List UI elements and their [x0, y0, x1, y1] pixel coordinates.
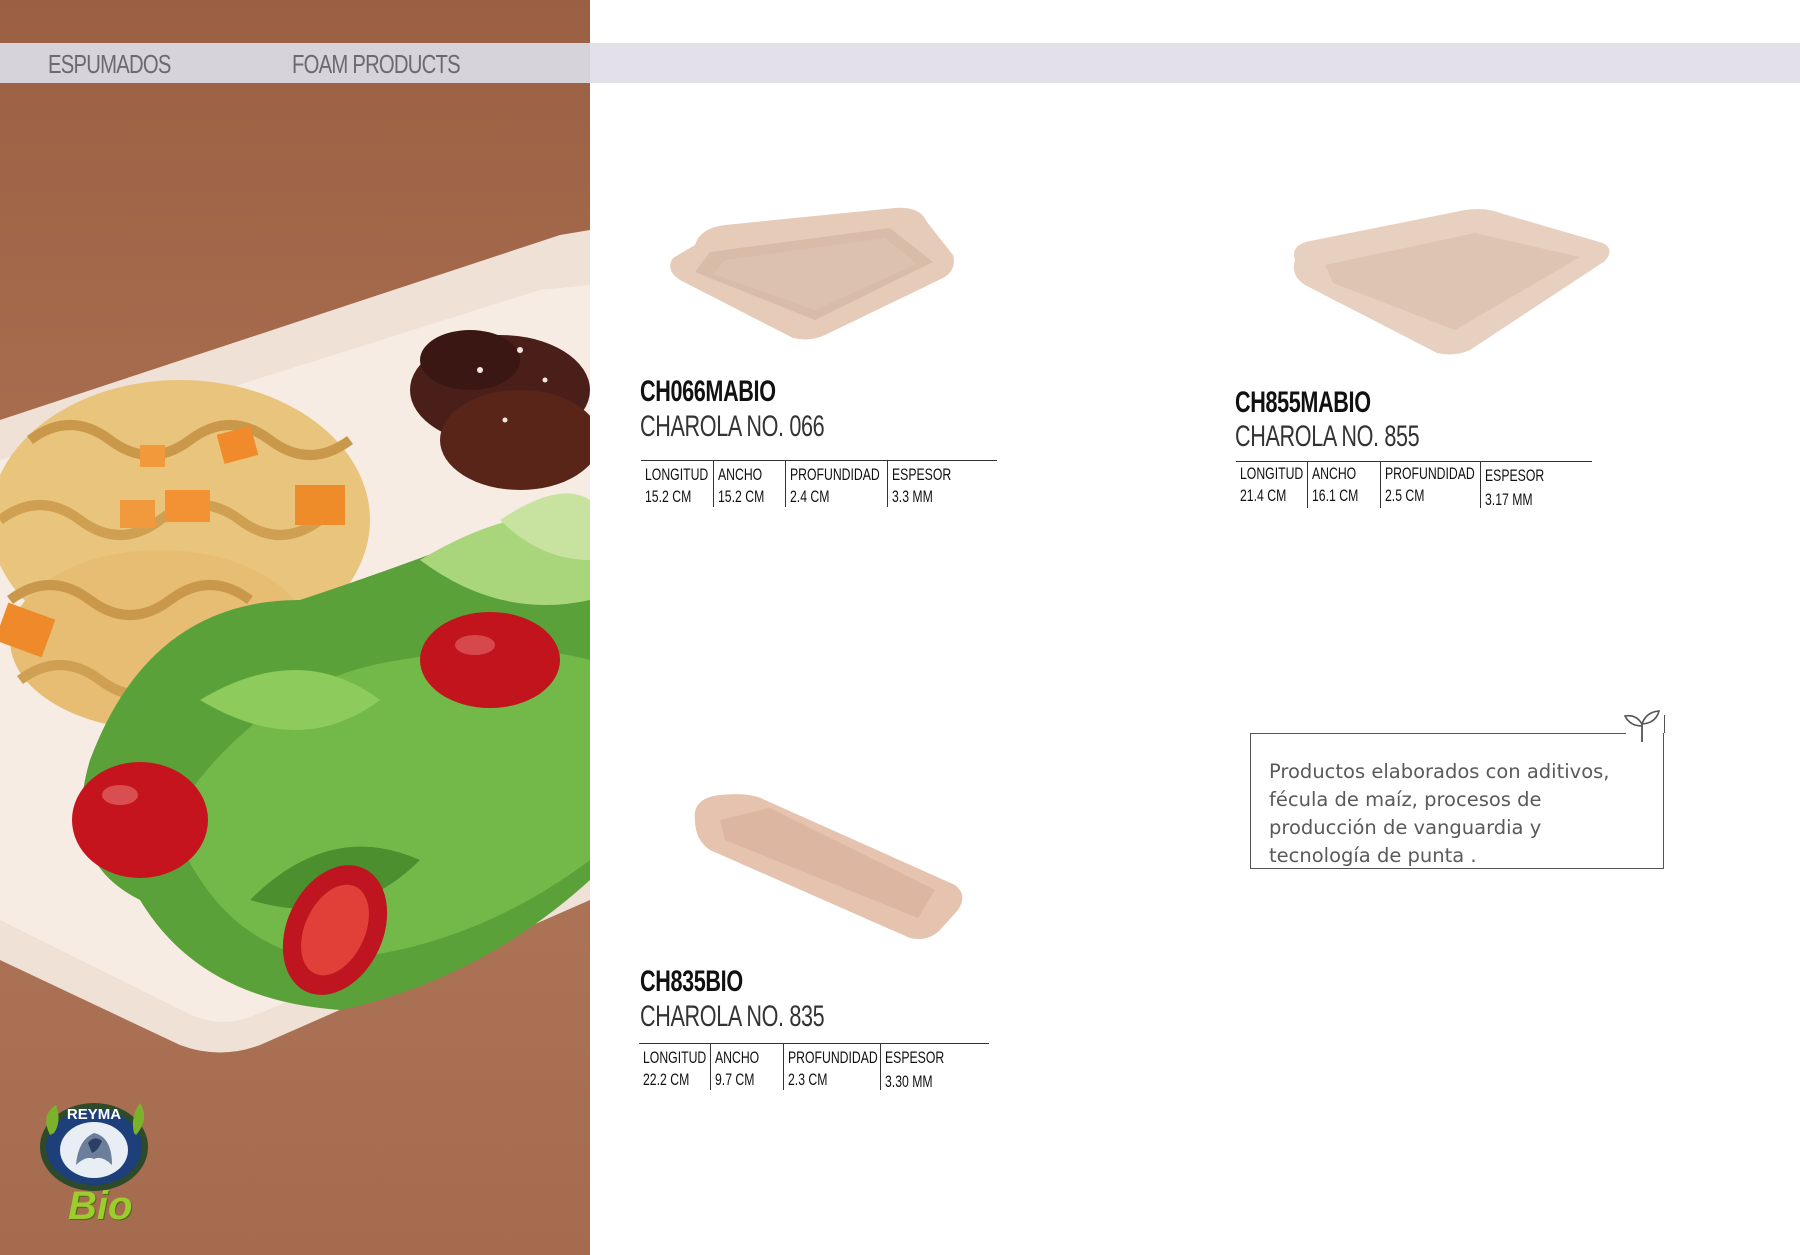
spec-thickness-label: ESPESOR [885, 1048, 945, 1067]
section-label-es: ESPUMADOS [48, 49, 171, 79]
tray-image [694, 794, 963, 939]
spec-width: ANCHO 16.1 CM [1307, 462, 1381, 508]
tray-image [1293, 209, 1610, 355]
spec-table: LONGITUD 22.2 CM ANCHO 9.7 CM PROFUNDIDA… [639, 1043, 989, 1094]
spec-length: LONGITUD 22.2 CM [639, 1044, 710, 1090]
spec-thickness: ESPESOR 3.3 MM [887, 461, 996, 507]
food-illustration [0, 230, 590, 1053]
spec-depth-value: 2.3 CM [788, 1070, 828, 1089]
product-code: CH835BIO [640, 965, 743, 998]
spec-table: LONGITUD 15.2 CM ANCHO 15.2 CM PROFUNDID… [641, 460, 997, 511]
tray-image [670, 207, 954, 340]
spec-width-label: ANCHO [715, 1048, 760, 1067]
section-label-en: FOAM PRODUCTS [292, 49, 461, 79]
spec-thickness-value: 3.30 MM [885, 1072, 933, 1091]
product-name: CHAROLA NO. 835 [640, 1000, 825, 1033]
reyma-logo-icon: REYMA [40, 1103, 148, 1191]
spec-length-label: LONGITUD [1240, 464, 1304, 483]
spec-width-value: 9.7 CM [715, 1070, 755, 1089]
spec-depth-label: PROFUNDIDAD [790, 465, 880, 484]
spec-depth: PROFUNDIDAD 2.4 CM [785, 461, 888, 507]
product-code: CH066MABIO [640, 375, 776, 408]
spec-length-label: LONGITUD [645, 465, 709, 484]
spec-width-label: ANCHO [1312, 464, 1357, 483]
spec-thickness-value: 3.17 MM [1485, 490, 1533, 509]
spec-width: ANCHO 9.7 CM [710, 1044, 784, 1090]
spec-width-value: 16.1 CM [1312, 486, 1359, 505]
header-band: ESPUMADOS FOAM PRODUCTS [0, 43, 1800, 83]
spec-width: ANCHO 15.2 CM [713, 461, 786, 507]
sprout-icon [1623, 710, 1661, 742]
spec-length-value: 15.2 CM [645, 487, 692, 506]
spec-length-label: LONGITUD [643, 1048, 707, 1067]
spec-depth-value: 2.4 CM [790, 487, 830, 506]
eco-note-box: Productos elaborados con aditivos, fécul… [1249, 715, 1665, 869]
spec-depth-label: PROFUNDIDAD [1385, 464, 1475, 483]
product-name: CHAROLA NO. 066 [640, 410, 825, 443]
spec-depth-value: 2.5 CM [1385, 486, 1425, 505]
spec-thickness-label: ESPESOR [892, 465, 952, 484]
food-photo [0, 0, 590, 1255]
logo-bio-text: Bio [68, 1184, 133, 1228]
eco-note-text: Productos elaborados con aditivos, fécul… [1269, 760, 1610, 867]
spec-length-value: 21.4 CM [1240, 486, 1287, 505]
spec-depth: PROFUNDIDAD 2.5 CM [1380, 462, 1481, 508]
spec-thickness: ESPESOR 3.30 MM [880, 1044, 989, 1091]
eco-note-rline [1663, 715, 1665, 733]
product-name: CHAROLA NO. 855 [1235, 420, 1420, 453]
spec-length: LONGITUD 21.4 CM [1236, 462, 1307, 508]
spec-width-value: 15.2 CM [718, 487, 765, 506]
eco-note-topline [1249, 733, 1626, 734]
spec-depth: PROFUNDIDAD 2.3 CM [783, 1044, 881, 1090]
spec-length: LONGITUD 15.2 CM [641, 461, 713, 507]
logo-brand-text: REYMA [67, 1106, 121, 1123]
product-code: CH855MABIO [1235, 386, 1371, 419]
spec-depth-label: PROFUNDIDAD [788, 1048, 878, 1067]
spec-thickness-value: 3.3 MM [892, 487, 933, 506]
spec-width-label: ANCHO [718, 465, 763, 484]
spec-length-value: 22.2 CM [643, 1070, 690, 1089]
spec-thickness: ESPESOR 3.17 MM [1480, 462, 1591, 509]
spec-thickness-label: ESPESOR [1485, 466, 1545, 485]
spec-table: LONGITUD 21.4 CM ANCHO 16.1 CM PROFUNDID… [1236, 461, 1592, 512]
